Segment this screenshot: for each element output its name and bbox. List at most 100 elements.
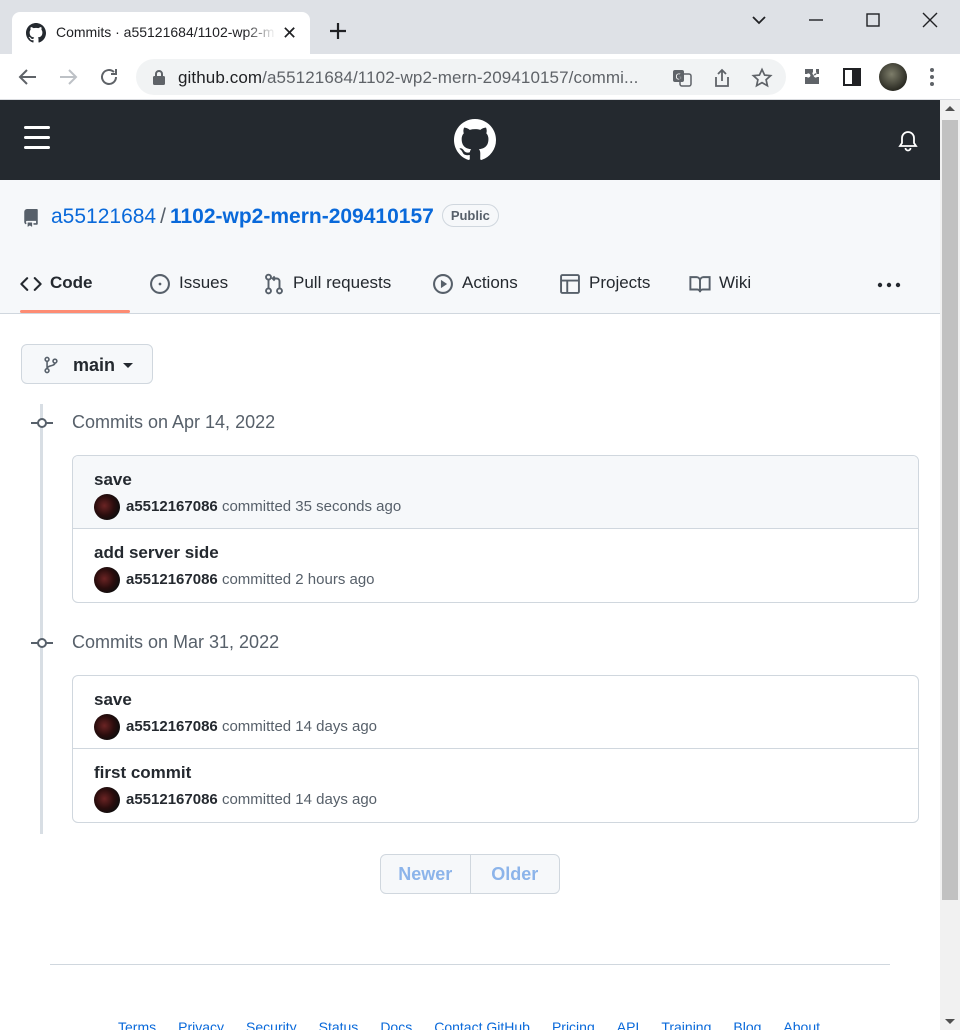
hamburger-menu-icon[interactable] [24,126,50,150]
url-text: github.com/a55121684/1102-wp2-mern-20941… [178,68,639,87]
commit-message-link[interactable]: save [94,470,132,490]
close-window-icon[interactable] [918,8,942,32]
lock-icon[interactable] [152,69,166,85]
author-avatar[interactable] [94,714,120,740]
footer-link-status[interactable]: Status [319,1016,359,1030]
extensions-puzzle-icon[interactable] [800,65,824,89]
commit-meta: a5512167086 committed 14 days ago [126,718,378,735]
issue-opened-icon [150,274,170,294]
new-tab-icon[interactable] [326,19,350,43]
tab-title: Commits · a55121684/1102-wp2-mern-209410… [56,24,274,40]
older-button[interactable]: Older [469,855,560,893]
profile-avatar[interactable] [879,63,907,91]
branch-select-button[interactable]: main [21,344,153,384]
maximize-icon[interactable] [861,8,885,32]
author-avatar[interactable] [94,494,120,520]
footer-link-blog[interactable]: Blog [733,1016,761,1030]
commit-item[interactable]: add server side a5512167086 committed 2 … [73,529,918,602]
commit-meta: a5512167086 committed 14 days ago [126,791,378,808]
tab-search-chevron-icon[interactable] [747,8,771,32]
footer-link-training[interactable]: Training [661,1016,711,1030]
footer-link-docs[interactable]: Docs [380,1016,412,1030]
tab-wiki[interactable]: Wiki [689,268,751,314]
author-avatar[interactable] [94,787,120,813]
tab-close-icon[interactable]: ✕ [282,22,297,44]
minimize-icon[interactable] [804,8,828,32]
commit-message-link[interactable]: save [94,690,132,710]
git-branch-icon [44,356,58,374]
commit-message-link[interactable]: add server side [94,543,219,563]
repo-icon [24,209,38,227]
scroll-up-arrow-icon[interactable] [945,106,955,111]
git-commit-icon [31,418,53,428]
footer-divider [50,964,890,965]
book-icon [689,276,711,293]
footer-link-api[interactable]: API [617,1016,640,1030]
newer-button[interactable]: Newer [381,855,470,893]
tab-actions[interactable]: Actions [432,268,518,314]
commit-list: save a5512167086 committed 14 days ago f… [72,675,919,823]
commit-item[interactable]: save a5512167086 committed 35 seconds ag… [73,456,918,529]
browser-tab-strip: Commits · a55121684/1102-wp2-mern-209410… [0,0,960,54]
github-logo-icon[interactable] [454,119,496,161]
address-bar[interactable]: github.com/a55121684/1102-wp2-mern-20941… [136,59,786,95]
footer-link-privacy[interactable]: Privacy [178,1016,224,1030]
commit-time: 14 days ago [295,791,378,808]
commit-author-link[interactable]: a5512167086 [126,498,218,515]
reload-icon[interactable] [97,65,121,89]
branch-label: main [73,355,116,375]
share-icon[interactable] [711,67,733,89]
page-scrollbar[interactable] [940,100,960,1030]
github-header [0,100,940,180]
scroll-down-arrow-icon[interactable] [945,1019,955,1024]
caret-down-icon [123,363,133,368]
tab-pull-requests[interactable]: Pull requests [263,268,391,314]
commit-author-link[interactable]: a5512167086 [126,718,218,735]
footer-link-pricing[interactable]: Pricing [552,1016,595,1030]
commit-group-date: Commits on Mar 31, 2022 [72,632,280,652]
commit-time: 35 seconds ago [295,498,402,515]
tab-projects-label: Projects [589,273,651,292]
commit-time: 2 hours ago [295,571,375,588]
repo-header: a55121684/1102-wp2-mern-209410157 Public … [0,180,940,314]
tab-code-label: Code [50,273,93,292]
pagination: Newer Older [380,854,560,894]
commit-meta: a5512167086 committed 2 hours ago [126,571,375,588]
browser-tab[interactable]: Commits · a55121684/1102-wp2-mern-209410… [12,12,310,54]
repo-owner-link[interactable]: a55121684 [51,205,156,228]
commit-author-link[interactable]: a5512167086 [126,791,218,808]
footer-link-terms[interactable]: Terms [118,1016,156,1030]
footer-link-about[interactable]: About [783,1016,820,1030]
forward-arrow-icon[interactable] [56,65,80,89]
tab-issues[interactable]: Issues [149,268,228,314]
translate-icon[interactable]: G [671,67,693,89]
scrollbar-thumb[interactable] [942,120,958,900]
visibility-badge: Public [441,204,499,227]
commit-message-link[interactable]: first commit [94,763,191,783]
tab-projects[interactable]: Projects [559,268,650,314]
tab-issues-label: Issues [179,273,229,292]
tab-code[interactable]: Code [20,268,93,314]
author-avatar[interactable] [94,567,120,593]
footer-link-security[interactable]: Security [246,1016,297,1030]
active-tab-underline [20,310,130,313]
notifications-bell-icon[interactable] [898,130,918,152]
tab-pull-requests-label: Pull requests [293,273,392,292]
tab-wiki-label: Wiki [719,273,752,292]
more-vert-icon[interactable] [920,65,944,89]
bookmark-star-icon[interactable] [751,67,773,89]
side-panel-icon[interactable] [840,65,864,89]
footer-links: Terms Privacy Security Status Docs Conta… [118,1016,820,1030]
commit-item[interactable]: save a5512167086 committed 14 days ago [73,676,918,749]
commit-author-link[interactable]: a5512167086 [126,571,218,588]
code-icon [20,277,42,291]
repo-name-link[interactable]: 1102-wp2-mern-209410157 [170,205,434,228]
back-arrow-icon[interactable] [16,65,40,89]
more-horizontal-icon[interactable] [876,272,902,298]
table-icon [560,274,580,294]
footer-link-contact[interactable]: Contact GitHub [434,1016,530,1030]
commit-item[interactable]: first commit a5512167086 committed 14 da… [73,749,918,822]
commit-meta: a5512167086 committed 35 seconds ago [126,498,402,515]
repo-title: a55121684/1102-wp2-mern-209410157 Public [51,204,499,229]
commit-list: save a5512167086 committed 35 seconds ag… [72,455,919,603]
